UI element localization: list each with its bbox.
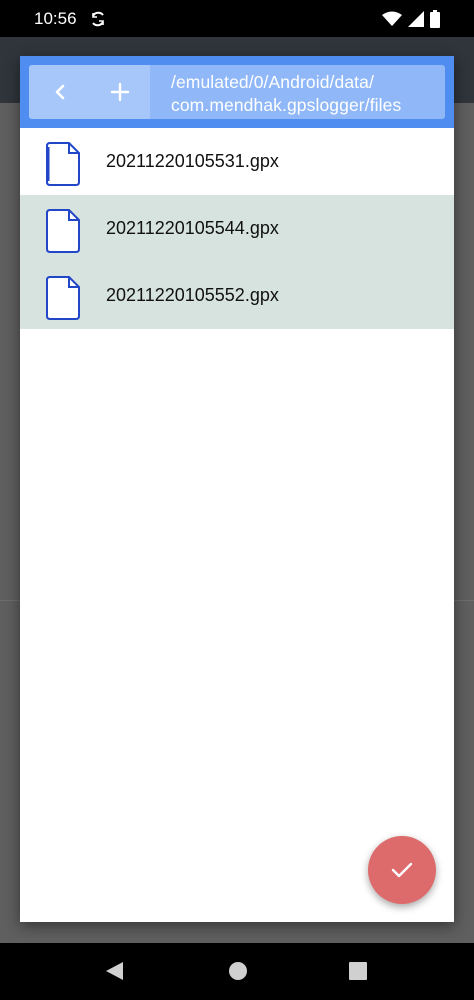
file-row[interactable]: 20211220105544.gpx bbox=[20, 195, 454, 262]
path-bar: /emulated/0/Android/data/ com.mendhak.gp… bbox=[29, 65, 445, 119]
wifi-icon bbox=[382, 11, 402, 26]
nav-buttons bbox=[29, 65, 150, 119]
file-row[interactable]: 20211220105531.gpx bbox=[20, 128, 454, 195]
file-list: 20211220105531.gpx 20211220105544.gpx 20… bbox=[20, 128, 454, 329]
path-line: com.mendhak.gpslogger/files bbox=[171, 95, 402, 115]
back-button[interactable] bbox=[43, 76, 77, 108]
file-icon bbox=[46, 209, 80, 253]
check-icon bbox=[391, 862, 413, 878]
plus-icon bbox=[110, 82, 130, 102]
battery-icon bbox=[430, 10, 440, 28]
file-name: 20211220105531.gpx bbox=[106, 151, 279, 171]
navigation-bar bbox=[0, 943, 474, 1000]
current-path: /emulated/0/Android/data/ com.mendhak.gp… bbox=[171, 71, 441, 117]
back-triangle-icon[interactable] bbox=[103, 960, 125, 982]
home-circle-icon[interactable] bbox=[227, 960, 249, 982]
status-bar: 10:56 bbox=[0, 0, 474, 37]
file-icon bbox=[46, 276, 80, 320]
file-chooser-dialog: /emulated/0/Android/data/ com.mendhak.gp… bbox=[20, 56, 454, 922]
sync-icon bbox=[92, 11, 104, 27]
recents-square-icon[interactable] bbox=[348, 961, 368, 981]
dialog-header: /emulated/0/Android/data/ com.mendhak.gp… bbox=[20, 56, 454, 128]
signal-icon bbox=[408, 11, 424, 27]
status-time: 10:56 bbox=[34, 9, 77, 28]
chevron-left-icon bbox=[55, 84, 65, 100]
path-line: /emulated/0/Android/data/ bbox=[171, 72, 374, 92]
new-folder-button[interactable] bbox=[103, 76, 137, 108]
file-name: 20211220105544.gpx bbox=[106, 218, 279, 238]
confirm-button[interactable] bbox=[368, 836, 436, 904]
status-icons bbox=[382, 9, 440, 29]
file-icon bbox=[46, 142, 80, 186]
file-row[interactable]: 20211220105552.gpx bbox=[20, 262, 454, 329]
file-name: 20211220105552.gpx bbox=[106, 285, 279, 305]
